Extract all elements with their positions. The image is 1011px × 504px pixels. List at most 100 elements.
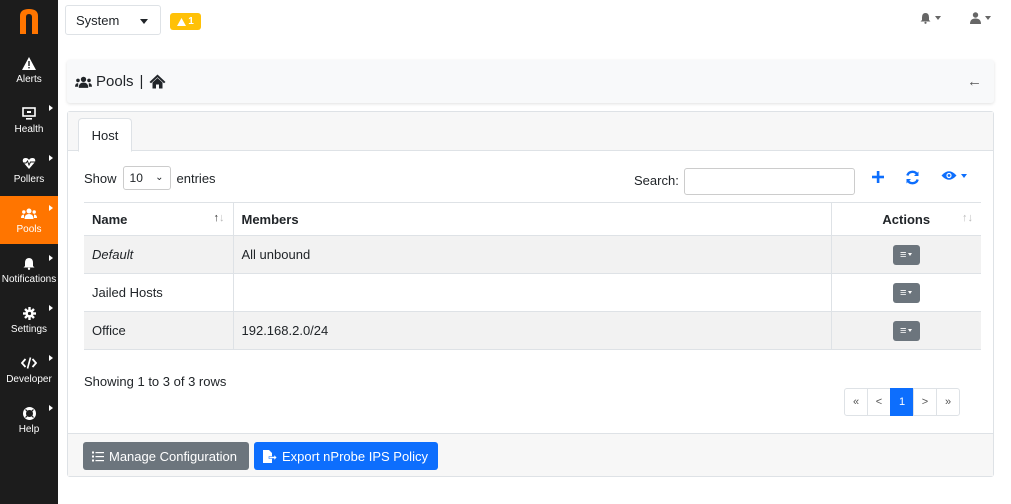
refresh-icon <box>906 170 919 185</box>
sidebar: Alerts Health Pollers Pools Notification… <box>0 0 58 504</box>
pool-name: Jailed Hosts <box>84 273 233 312</box>
list-icon: ≡ <box>900 286 907 299</box>
table-row: Office 192.168.2.0/24 ≡ <box>84 311 981 350</box>
bell-icon <box>920 13 931 24</box>
table-row: Jailed Hosts ≡ <box>84 273 981 312</box>
heartbeat-icon <box>22 155 36 171</box>
sidebar-item-settings[interactable]: Settings <box>0 296 58 344</box>
card-footer: Manage Configuration Export nProbe IPS P… <box>68 433 993 476</box>
row-actions-button[interactable]: ≡ <box>892 244 920 265</box>
sidebar-item-pools[interactable]: Pools <box>0 196 58 244</box>
tab-host[interactable]: Host <box>78 118 132 152</box>
row-actions-button[interactable]: ≡ <box>892 282 920 303</box>
page-next-button[interactable]: > <box>913 388 937 416</box>
sidebar-item-label: Pools <box>16 224 42 235</box>
sidebar-item-alerts[interactable]: Alerts <box>0 46 58 94</box>
pagination: « < 1 > » <box>844 388 960 416</box>
column-header-label: Actions <box>882 211 931 227</box>
home-icon[interactable] <box>149 74 166 89</box>
search-input[interactable] <box>684 168 855 195</box>
pools-table: Name ↑↓ Members Actions ↑↓ Default All u… <box>84 202 981 350</box>
entries-control: Show 10 ⌄ entries <box>84 166 216 190</box>
pools-card: Host Show 10 ⌄ entries Search: Name ↑↓ M… <box>67 111 994 477</box>
add-pool-button[interactable] <box>871 170 885 184</box>
sidebar-item-label: Notifications <box>1 274 57 285</box>
top-navbar: System 1 <box>58 0 1011 42</box>
plus-icon <box>872 171 884 183</box>
columns-visibility-button[interactable] <box>941 170 967 181</box>
actions-cell: ≡ <box>830 235 981 274</box>
column-header-actions[interactable]: Actions ↑↓ <box>830 202 981 236</box>
manage-configuration-label: Manage Configuration <box>109 448 237 464</box>
code-icon <box>21 355 37 371</box>
sidebar-item-help[interactable]: Help <box>0 396 58 444</box>
manage-configuration-button[interactable]: Manage Configuration <box>83 442 249 470</box>
row-actions-button[interactable]: ≡ <box>892 320 920 341</box>
sidebar-item-label: Pollers <box>13 174 45 185</box>
caret-down-icon <box>961 173 967 178</box>
refresh-button[interactable] <box>905 170 920 185</box>
page-last-button[interactable]: » <box>936 388 960 416</box>
page-title: Pools <box>96 73 134 90</box>
pool-members <box>232 273 831 312</box>
notifications-menu[interactable] <box>920 12 941 24</box>
export-nprobe-label: Export nProbe IPS Policy <box>282 448 428 464</box>
chevron-right-icon <box>49 155 53 161</box>
user-menu[interactable] <box>970 12 991 24</box>
actions-cell: ≡ <box>830 273 981 312</box>
chevron-right-icon <box>49 105 53 111</box>
entries-value: 10 <box>129 171 143 185</box>
warning-icon <box>22 55 36 71</box>
caret-down-icon <box>935 16 941 20</box>
caret-down-icon <box>908 329 913 332</box>
breadcrumb-separator: | <box>139 73 144 90</box>
pool-name: Office <box>84 311 233 350</box>
eye-icon <box>941 171 957 180</box>
chevron-right-icon <box>49 205 53 211</box>
sidebar-item-label: Settings <box>10 324 48 335</box>
sidebar-item-label: Developer <box>6 374 52 385</box>
entries-select[interactable]: 10 ⌄ <box>122 166 171 190</box>
pool-members: All unbound <box>232 235 831 274</box>
pool-members: 192.168.2.0/24 <box>232 311 831 350</box>
caret-down-icon <box>908 291 913 294</box>
sort-asc-icon: ↑↓ <box>213 212 225 224</box>
sidebar-item-notifications[interactable]: Notifications <box>0 246 58 294</box>
page-prev-button[interactable]: < <box>867 388 891 416</box>
user-icon <box>970 12 981 24</box>
tabs-bar: Host <box>68 112 993 152</box>
breadcrumb: Pools | ← <box>67 60 994 103</box>
sidebar-item-pollers[interactable]: Pollers <box>0 146 58 194</box>
caret-down-icon <box>908 253 913 256</box>
tasks-icon <box>92 451 104 461</box>
monitor-icon <box>22 105 36 121</box>
actions-cell: ≡ <box>830 311 981 350</box>
column-header-members: Members <box>232 202 831 236</box>
sidebar-item-label: Health <box>14 124 44 135</box>
chevron-right-icon <box>49 355 53 361</box>
page-first-button[interactable]: « <box>844 388 868 416</box>
sidebar-item-health[interactable]: Health <box>0 96 58 144</box>
back-arrow-icon[interactable]: ← <box>967 73 982 90</box>
users-icon <box>75 76 92 88</box>
search-label: Search: <box>634 173 679 188</box>
column-header-label: Members <box>241 211 299 227</box>
column-header-name[interactable]: Name ↑↓ <box>84 202 233 236</box>
interface-select-value: System <box>76 12 120 28</box>
alert-count: 1 <box>188 16 194 27</box>
gear-icon <box>22 305 36 321</box>
export-nprobe-button[interactable]: Export nProbe IPS Policy <box>254 442 438 470</box>
sidebar-item-developer[interactable]: Developer <box>0 346 58 394</box>
chevron-right-icon <box>49 255 53 261</box>
ntopng-logo[interactable] <box>0 0 58 42</box>
pool-name: Default <box>84 235 233 274</box>
interface-select[interactable]: System <box>65 5 161 35</box>
table-row: Default All unbound ≡ <box>84 235 981 274</box>
entries-label: entries <box>176 170 216 186</box>
users-icon <box>21 205 37 221</box>
warning-icon <box>177 17 187 26</box>
alert-badge[interactable]: 1 <box>170 13 201 30</box>
list-icon: ≡ <box>900 324 907 337</box>
page-current-button[interactable]: 1 <box>890 388 914 416</box>
list-icon: ≡ <box>900 248 907 261</box>
